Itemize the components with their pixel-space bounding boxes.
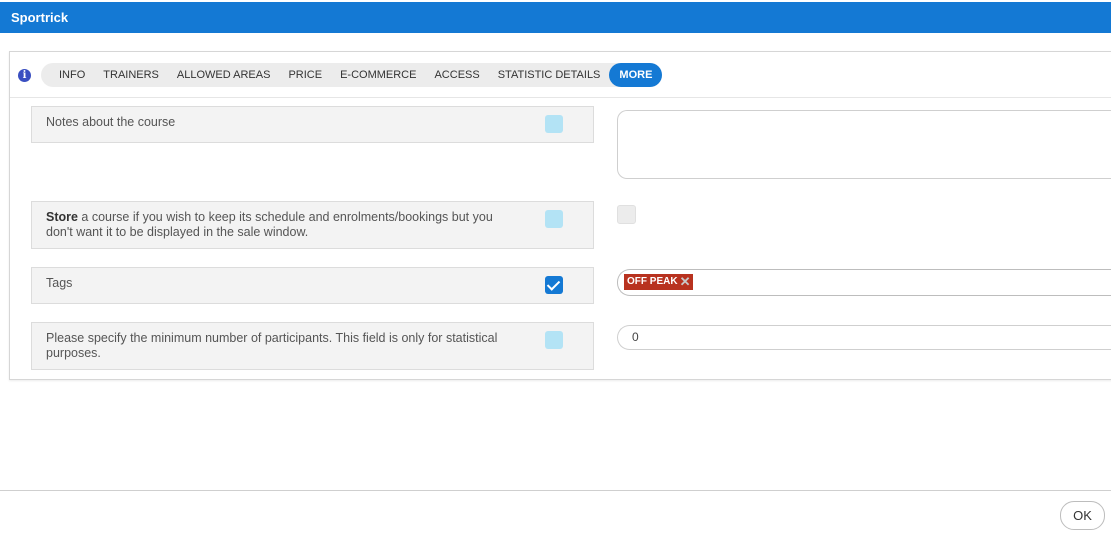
store-label-bold: Store (46, 210, 78, 224)
notes-row-label: Notes about the course (31, 106, 594, 143)
tab-access[interactable]: ACCESS (425, 63, 488, 87)
app-title: Sportrick (11, 10, 69, 25)
tab-price[interactable]: PRICE (279, 63, 331, 87)
ok-button[interactable]: OK (1060, 501, 1105, 530)
tab-list: INFO TRAINERS ALLOWED AREAS PRICE E-COMM… (41, 63, 663, 87)
tab-info[interactable]: INFO (50, 63, 94, 87)
notes-textarea[interactable] (617, 110, 1111, 179)
min-participants-row-label: Please specify the minimum number of par… (31, 322, 594, 370)
min-participants-input[interactable]: 0 (617, 325, 1111, 350)
footer-divider (0, 490, 1111, 491)
tag-chip: OFF PEAK ✕ (624, 274, 694, 290)
info-icon[interactable]: i (18, 69, 31, 82)
tab-allowed-areas[interactable]: ALLOWED AREAS (168, 63, 280, 87)
tag-chip-label: OFF PEAK (627, 276, 678, 287)
title-bar: Sportrick (0, 0, 1111, 33)
min-participants-help-toggle[interactable] (545, 331, 563, 349)
notes-help-toggle[interactable] (545, 115, 563, 133)
store-row-label: Store a course if you wish to keep its s… (31, 201, 594, 249)
tab-statistic-details[interactable]: STATISTIC DETAILS (489, 63, 610, 87)
close-icon[interactable]: ✕ (680, 274, 691, 290)
store-checkbox[interactable] (617, 205, 636, 224)
tags-label: Tags (46, 276, 73, 290)
course-panel: i INFO TRAINERS ALLOWED AREAS PRICE E-CO… (9, 51, 1111, 380)
tab-bar: i INFO TRAINERS ALLOWED AREAS PRICE E-CO… (10, 52, 1111, 98)
min-participants-label: Please specify the minimum number of par… (46, 331, 498, 360)
tab-trainers[interactable]: TRAINERS (94, 63, 168, 87)
tags-row-label: Tags (31, 267, 594, 304)
store-label-text: a course if you wish to keep its schedul… (46, 210, 493, 239)
store-help-toggle[interactable] (545, 210, 563, 228)
tags-input[interactable]: OFF PEAK ✕ (617, 269, 1111, 296)
notes-label: Notes about the course (46, 115, 176, 129)
checkmark-icon[interactable] (545, 276, 563, 294)
tab-e-commerce[interactable]: E-COMMERCE (331, 63, 425, 87)
tab-more[interactable]: MORE (609, 63, 663, 87)
